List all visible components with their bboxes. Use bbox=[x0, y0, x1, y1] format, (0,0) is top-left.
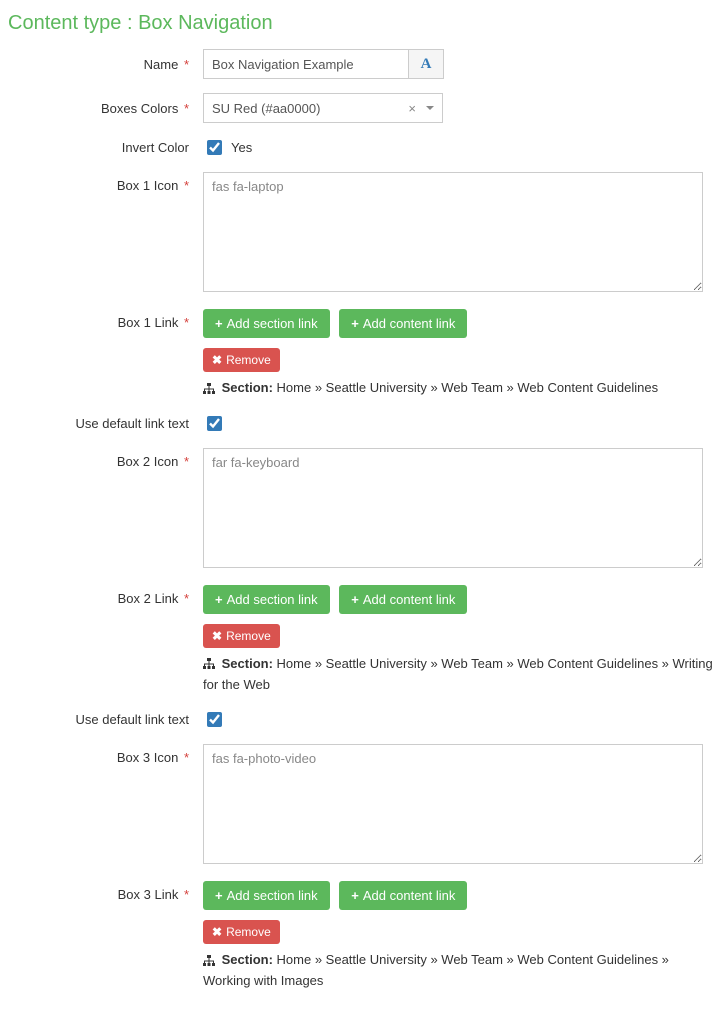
label-box2-link: Box 2 Link * bbox=[8, 585, 203, 606]
label-box3-icon: Box 3 Icon * bbox=[8, 744, 203, 765]
page-title: Content type : Box Navigation bbox=[8, 12, 716, 35]
plus-icon: + bbox=[215, 593, 223, 606]
plus-icon: + bbox=[351, 317, 359, 330]
clear-icon[interactable]: × bbox=[408, 102, 416, 115]
boxes-colors-select[interactable]: SU Red (#aa0000) × bbox=[203, 93, 443, 123]
label-box2-icon: Box 2 Icon * bbox=[8, 448, 203, 469]
section-prefix: Section: bbox=[222, 656, 273, 671]
label-use-default-1: Use default link text bbox=[8, 416, 203, 431]
invert-color-yes: Yes bbox=[231, 140, 252, 155]
section-prefix: Section: bbox=[222, 380, 273, 395]
box3-icon-textarea[interactable]: fas fa-photo-video bbox=[203, 744, 703, 864]
add-section-link-button[interactable]: + Add section link bbox=[203, 881, 330, 910]
row-box3-link: Box 3 Link * + Add section link + Add co… bbox=[8, 881, 716, 992]
format-button[interactable]: A bbox=[408, 49, 444, 79]
plus-icon: + bbox=[351, 593, 359, 606]
box1-icon-textarea[interactable]: fas fa-laptop bbox=[203, 172, 703, 292]
add-content-link-button[interactable]: + Add content link bbox=[339, 585, 467, 614]
plus-icon: + bbox=[215, 317, 223, 330]
row-box2-link: Box 2 Link * + Add section link + Add co… bbox=[8, 585, 716, 696]
row-box1-icon: Box 1 Icon * fas fa-laptop bbox=[8, 172, 716, 295]
label-name: Name * bbox=[8, 57, 203, 72]
remove-button[interactable]: ✖ Remove bbox=[203, 348, 280, 372]
use-default-checkbox-2[interactable] bbox=[207, 712, 222, 727]
label-box1-icon: Box 1 Icon * bbox=[8, 172, 203, 193]
label-boxes-colors: Boxes Colors * bbox=[8, 101, 203, 116]
breadcrumb-box1: Home » Seattle University » Web Team » W… bbox=[277, 380, 659, 395]
plus-icon: + bbox=[215, 889, 223, 902]
add-content-link-button[interactable]: + Add content link bbox=[339, 309, 467, 338]
label-invert-color: Invert Color bbox=[8, 140, 203, 155]
sitemap-icon bbox=[203, 955, 215, 967]
row-invert-color: Invert Color Yes bbox=[8, 137, 716, 158]
close-icon: ✖ bbox=[212, 926, 222, 938]
invert-color-checkbox[interactable] bbox=[207, 140, 222, 155]
chevron-down-icon[interactable] bbox=[426, 106, 434, 110]
name-input[interactable] bbox=[203, 49, 408, 79]
row-use-default-2: Use default link text bbox=[8, 709, 716, 730]
remove-button[interactable]: ✖ Remove bbox=[203, 624, 280, 648]
close-icon: ✖ bbox=[212, 354, 222, 366]
row-box2-icon: Box 2 Icon * far fa-keyboard bbox=[8, 448, 716, 571]
add-section-link-button[interactable]: + Add section link bbox=[203, 309, 330, 338]
add-content-link-button[interactable]: + Add content link bbox=[339, 881, 467, 910]
use-default-checkbox-1[interactable] bbox=[207, 416, 222, 431]
row-boxes-colors: Boxes Colors * SU Red (#aa0000) × bbox=[8, 93, 716, 123]
plus-icon: + bbox=[351, 889, 359, 902]
row-name: Name * A bbox=[8, 49, 716, 79]
section-prefix: Section: bbox=[222, 952, 273, 967]
add-section-link-button[interactable]: + Add section link bbox=[203, 585, 330, 614]
label-use-default-2: Use default link text bbox=[8, 712, 203, 727]
sitemap-icon bbox=[203, 383, 215, 395]
box2-icon-textarea[interactable]: far fa-keyboard bbox=[203, 448, 703, 568]
font-icon: A bbox=[421, 56, 432, 73]
breadcrumb-box2: Home » Seattle University » Web Team » W… bbox=[203, 656, 713, 692]
close-icon: ✖ bbox=[212, 630, 222, 642]
row-box1-link: Box 1 Link * + Add section link + Add co… bbox=[8, 309, 716, 399]
remove-button[interactable]: ✖ Remove bbox=[203, 920, 280, 944]
label-box1-link: Box 1 Link * bbox=[8, 309, 203, 330]
row-use-default-1: Use default link text bbox=[8, 413, 716, 434]
row-box3-icon: Box 3 Icon * fas fa-photo-video bbox=[8, 744, 716, 867]
label-box3-link: Box 3 Link * bbox=[8, 881, 203, 902]
sitemap-icon bbox=[203, 658, 215, 670]
select-value: SU Red (#aa0000) bbox=[212, 101, 320, 116]
